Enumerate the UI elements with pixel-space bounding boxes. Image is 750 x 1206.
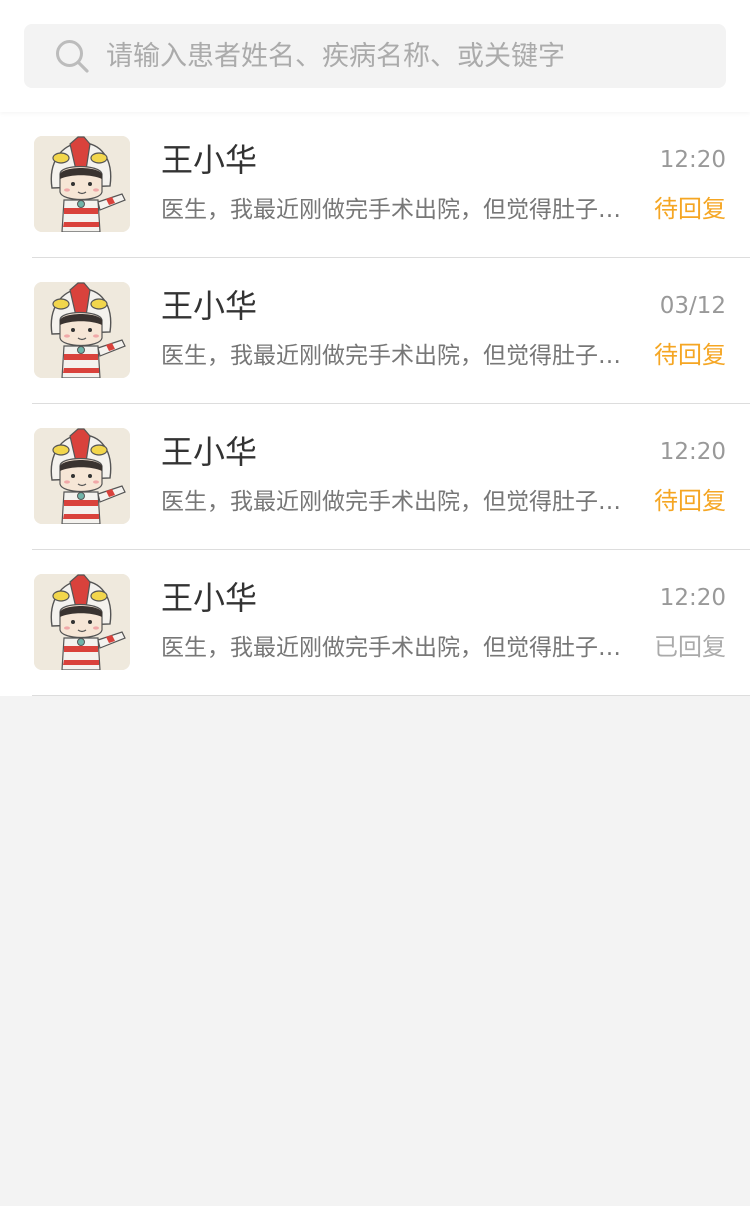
search-input[interactable]: [106, 24, 726, 88]
message-time: 12:20: [659, 585, 726, 611]
patient-name: 王小华: [161, 579, 258, 617]
search-bar[interactable]: [24, 24, 726, 88]
message-time: 03/12: [659, 293, 726, 319]
patient-avatar: [34, 574, 130, 670]
search-icon: [56, 40, 89, 73]
message-preview: 医生，我最近刚做完手术出院，但觉得肚子还是不舒服: [161, 489, 621, 515]
search-header: [0, 0, 750, 112]
patient-avatar: [34, 428, 130, 524]
patient-list: 王小华 12:20 医生，我最近刚做完手术出院，但觉得肚子还是不舒服 待回复: [0, 112, 750, 696]
patient-name: 王小华: [161, 287, 258, 325]
patient-list-item[interactable]: 王小华 03/12 医生，我最近刚做完手术出院，但觉得肚子还是不舒服 待回复: [32, 258, 750, 404]
patient-list-item[interactable]: 王小华 12:20 医生，我最近刚做完手术出院，但觉得肚子还是不舒服 待回复: [32, 112, 750, 258]
patient-avatar: [34, 282, 130, 378]
message-preview: 医生，我最近刚做完手术出院，但觉得肚子还是不舒服: [161, 343, 621, 369]
patient-avatar: [34, 136, 130, 232]
message-preview: 医生，我最近刚做完手术出院，但觉得肚子还是不舒服: [161, 635, 621, 661]
message-time: 12:20: [659, 147, 726, 173]
patient-name: 王小华: [161, 141, 258, 179]
message-time: 12:20: [659, 439, 726, 465]
patient-name: 王小华: [161, 433, 258, 471]
patient-list-item[interactable]: 王小华 12:20 医生，我最近刚做完手术出院，但觉得肚子还是不舒服 待回复: [32, 404, 750, 550]
reply-status-badge: 待回复: [654, 341, 726, 369]
reply-status-badge: 已回复: [654, 633, 726, 661]
reply-status-badge: 待回复: [654, 195, 726, 223]
reply-status-badge: 待回复: [654, 487, 726, 515]
patient-list-item[interactable]: 王小华 12:20 医生，我最近刚做完手术出院，但觉得肚子还是不舒服 已回复: [32, 550, 750, 696]
message-preview: 医生，我最近刚做完手术出院，但觉得肚子还是不舒服: [161, 197, 621, 223]
